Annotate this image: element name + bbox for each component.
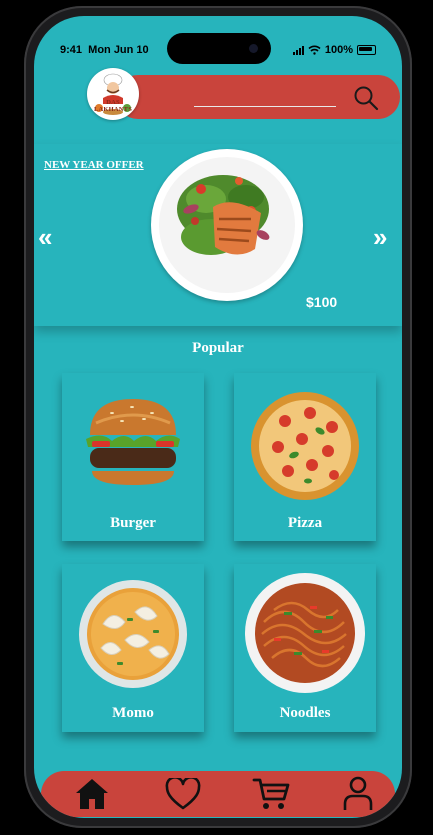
signal-icon: [292, 45, 304, 55]
dynamic-island: [167, 33, 271, 64]
app-screen: 9:41 Mon Jun 10 100% DAS LAKHANTS NEW YE…: [34, 16, 402, 818]
food-label: Burger: [110, 515, 156, 531]
phone-frame: 9:41 Mon Jun 10 100% DAS LAKHANTS NEW YE…: [24, 6, 412, 828]
user-icon: [343, 776, 373, 810]
status-time: 9:41 Mon Jun 10: [60, 44, 149, 56]
food-label: Pizza: [287, 515, 323, 531]
food-label: Momo: [112, 705, 154, 721]
salad-icon: [159, 157, 295, 293]
offer-salad-image[interactable]: [151, 149, 303, 301]
food-label: Noodles: [279, 705, 331, 721]
food-card-momo[interactable]: Momo: [62, 564, 204, 732]
wifi-icon: [308, 45, 321, 55]
pizza-icon: [251, 392, 359, 500]
prev-arrow-icon[interactable]: «: [38, 222, 53, 253]
offer-label[interactable]: NEW YEAR OFFER: [44, 159, 144, 171]
food-card-pizza[interactable]: Pizza: [234, 373, 376, 541]
nav-favorites[interactable]: [158, 771, 208, 817]
search-input[interactable]: [194, 106, 336, 107]
status-indicators: 100%: [292, 44, 376, 56]
bottom-navigation: [41, 771, 395, 817]
logo-text: DAS LAKHANTS: [93, 99, 133, 113]
heart-icon: [165, 778, 201, 810]
momo-icon: [79, 580, 187, 688]
nav-home[interactable]: [67, 771, 117, 817]
nav-profile[interactable]: [333, 771, 383, 817]
battery-icon: [357, 45, 376, 55]
search-bar[interactable]: [116, 75, 400, 119]
food-card-burger[interactable]: Burger: [62, 373, 204, 541]
popular-title: Popular: [192, 340, 244, 356]
burger-icon: [86, 399, 180, 485]
next-arrow-icon[interactable]: »: [373, 222, 388, 253]
restaurant-logo[interactable]: DAS LAKHANTS: [87, 68, 139, 120]
search-icon[interactable]: [353, 85, 379, 111]
offer-price: $100: [306, 294, 338, 310]
noodles-icon: [245, 573, 365, 693]
battery-percent: 100%: [324, 44, 353, 56]
cart-icon: [252, 778, 290, 809]
home-icon: [76, 779, 108, 809]
nav-cart[interactable]: [246, 771, 296, 817]
food-card-noodles[interactable]: Noodles: [234, 564, 376, 732]
